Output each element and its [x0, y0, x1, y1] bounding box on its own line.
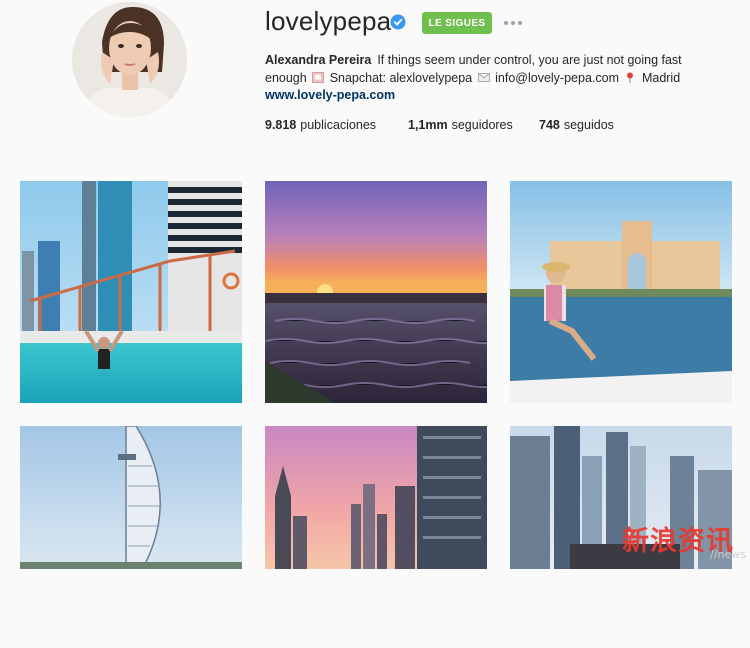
post-boat-atlantis[interactable]	[510, 181, 732, 403]
following-stat[interactable]: 748 seguidos	[539, 118, 614, 132]
profile-full-name: Alexandra Pereira	[265, 53, 372, 67]
following-label: seguidos	[563, 118, 614, 132]
following-button[interactable]: LE SIGUES	[422, 12, 492, 34]
post-pink-sky-towers[interactable]	[265, 426, 487, 648]
post-sunset-water[interactable]	[265, 181, 487, 403]
post-burj-al-arab[interactable]	[20, 426, 242, 648]
following-count: 748	[539, 118, 560, 132]
followers-stat[interactable]: 1,1mm seguidores	[408, 118, 513, 132]
envelope-emoji-icon	[477, 73, 490, 82]
more-options-icon[interactable]	[502, 14, 524, 32]
followers-label: seguidores	[451, 118, 513, 132]
pin-emoji-icon	[627, 72, 634, 83]
ghost-emoji-icon	[312, 72, 325, 83]
post-pool-skyscrapers[interactable]	[20, 181, 242, 403]
post-marina-towers[interactable]	[510, 426, 732, 648]
bio-email: info@lovely-pepa.com	[495, 71, 619, 85]
profile-avatar[interactable]	[72, 2, 187, 117]
posts-grid	[20, 181, 736, 569]
posts-label: publicaciones	[300, 118, 377, 132]
bio-location: Madrid	[641, 71, 681, 85]
followers-count: 1,1mm	[408, 118, 448, 132]
posts-stat: 9.818 publicaciones	[265, 118, 376, 132]
profile-username: lovelypepa	[265, 6, 392, 36]
bio-snapchat: Snapchat: alexlovelypepa	[329, 71, 473, 85]
profile-website-link[interactable]: www.lovely-pepa.com	[265, 88, 395, 102]
profile-bio: Alexandra Pereira If things seem under co…	[265, 51, 725, 87]
posts-count: 9.818	[265, 118, 297, 132]
verified-badge-icon	[390, 14, 406, 30]
